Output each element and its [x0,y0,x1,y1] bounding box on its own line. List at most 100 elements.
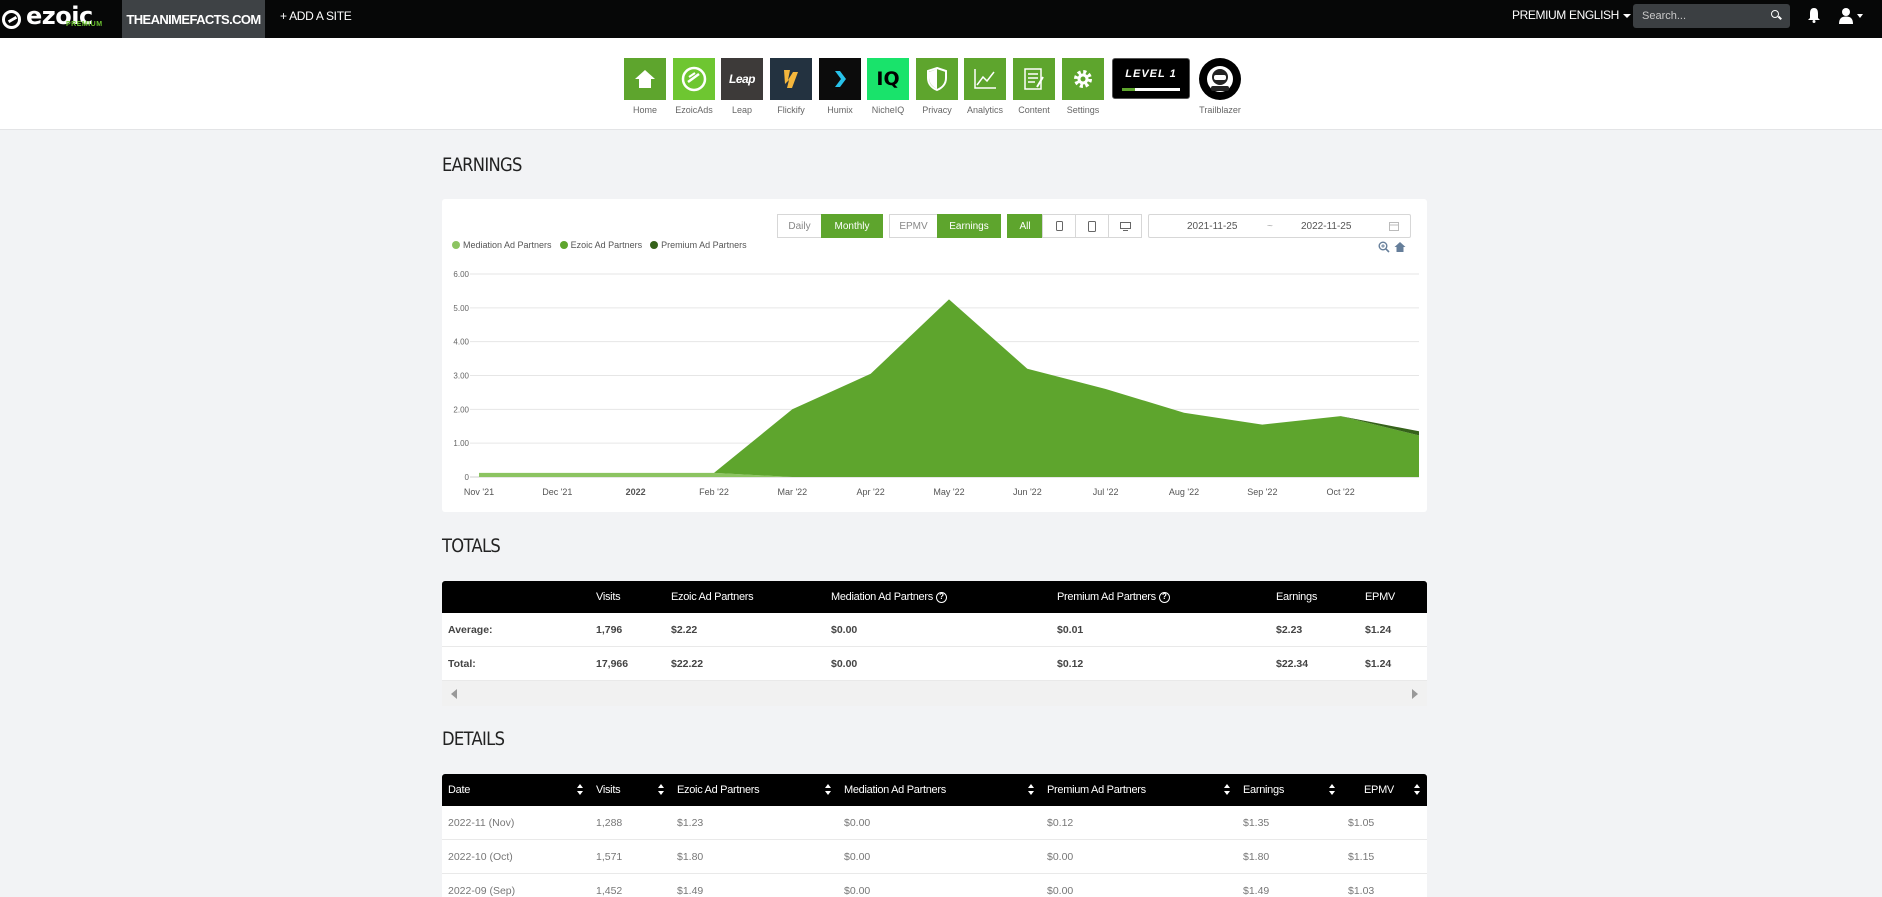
col-earnings[interactable]: Earnings [1243,774,1284,806]
app-tile [770,58,812,100]
x-tick-label: Feb '22 [699,487,729,497]
col-label: Mediation Ad Partners [831,591,933,603]
totals-table: Visits Ezoic Ad Partners Mediation Ad Pa… [442,581,1427,706]
reset-zoom-home-icon[interactable] [1394,241,1406,253]
shield-icon [927,66,947,92]
cell-ezoic: $2.22 [671,624,698,636]
search-input[interactable] [1633,4,1790,28]
help-icon[interactable]: ? [1158,591,1170,603]
app-settings[interactable]: Settings [1062,58,1104,115]
date-end: 2022-11-25 [1301,221,1352,232]
legend-item-mediation[interactable]: Mediation Ad Partners [452,240,552,250]
table-row: 2022-11 (Nov) 1,288 $1.23 $0.00 $0.12 $1… [442,806,1427,840]
col-visits[interactable]: Visits [596,774,621,806]
legend-item-ezoic[interactable]: Ezoic Ad Partners [559,240,642,250]
col-premium-ad-partners[interactable]: Premium Ad Partners [1047,774,1146,806]
app-humix[interactable]: Humix [819,58,861,115]
details-header-row: Date Visits Ezoic Ad Partners Mediation … [442,774,1427,806]
level-badge[interactable]: LEVEL 1 [1112,58,1190,99]
col-mediation-ad-partners: Mediation Ad Partners? [831,581,947,613]
row-label: Average: [448,624,493,636]
premium-link[interactable]: PREMIUM [1512,0,1566,31]
cell-visits: 17,966 [596,658,629,670]
table-row: 2022-09 (Sep) 1,452 $1.49 $0.00 $0.00 $1… [442,874,1427,897]
app-nicheiq[interactable]: IQ NicheIQ [867,58,909,115]
y-tick-label: 1.00 [453,439,469,448]
cell-mediation: $0.00 [844,885,871,897]
date-range-picker[interactable]: 2021-11-25 ~ 2022-11-25 [1148,214,1411,238]
daily-button[interactable]: Daily [777,214,822,238]
table-row: Total: 17,966 $22.22 $0.00 $0.12 $22.34 … [442,647,1427,681]
help-icon[interactable]: ? [935,591,947,603]
level-label: LEVEL 1 [1125,68,1177,80]
epmv-button[interactable]: EPMV [889,214,938,238]
app-privacy[interactable]: Privacy [916,58,958,115]
col-earnings: Earnings [1276,591,1318,603]
cell-date: 2022-11 (Nov) [448,817,515,829]
bell-icon[interactable] [1807,7,1821,23]
tablet-button[interactable] [1075,214,1109,238]
cell-earnings: $22.34 [1276,658,1309,670]
sort-icon[interactable] [1028,784,1034,796]
cell-visits: 1,288 [596,817,623,829]
device-toggle: All [1007,214,1142,238]
app-tile [1062,58,1104,100]
x-tick-label: Jun '22 [1013,487,1042,497]
legend-item-premium[interactable]: Premium Ad Partners [650,240,747,250]
table-row: Average: 1,796 $2.22 $0.00 $0.01 $2.23 $… [442,613,1427,647]
app-leap[interactable]: Leap Leap [721,58,763,115]
sort-icon[interactable] [1329,784,1335,796]
date-start: 2021-11-25 [1187,221,1238,232]
earnings-button[interactable]: Earnings [937,214,1001,238]
cell-premium: $0.00 [1047,851,1074,863]
monthly-button[interactable]: Monthly [821,214,883,238]
y-tick-label: 4.00 [453,338,469,347]
cell-epmv: $1.05 [1348,817,1375,829]
sort-icon[interactable] [825,784,831,796]
cell-ezoic: $1.23 [677,817,704,829]
sort-icon[interactable] [1414,784,1420,796]
totals-heading: TOTALS [442,535,501,557]
ezoicads-icon [681,66,707,92]
app-analytics[interactable]: Analytics [964,58,1006,115]
site-selector[interactable]: THEANIMEFACTS.COM [122,0,265,38]
ezoic-logo[interactable]: ezoic PREMIUM [0,0,122,38]
zoom-icon[interactable] [1378,241,1390,253]
app-tile [624,58,666,100]
x-tick-label: Jul '22 [1093,487,1119,497]
scroll-right-icon[interactable] [1412,689,1418,699]
horizontal-scrollbar[interactable] [442,681,1427,706]
scroll-left-icon[interactable] [451,689,457,699]
search-icon[interactable] [1771,10,1779,18]
sort-icon[interactable] [658,784,664,796]
y-tick-label: 0 [465,473,470,482]
col-date[interactable]: Date [448,774,470,806]
app-tile [964,58,1006,100]
col-epmv[interactable]: EPMV [1364,774,1394,806]
cell-epmv: $1.24 [1365,624,1392,636]
sort-icon[interactable] [577,784,583,796]
period-toggle: Daily Monthly [777,214,883,238]
cell-earnings: $1.49 [1243,885,1270,897]
trailblazer-label: Trailblazer [1199,105,1241,115]
app-trailblazer[interactable]: Trailblazer [1198,58,1242,115]
all-devices-button[interactable]: All [1007,214,1043,238]
app-ezoicads[interactable]: EzoicAds [673,58,715,115]
level-progress-bar [1122,88,1180,91]
user-menu-icon[interactable] [1839,7,1863,25]
y-tick-label: 2.00 [453,405,469,414]
app-flickify[interactable]: Flickify [770,58,812,115]
x-tick-label: Nov '21 [464,487,494,497]
language-dropdown[interactable]: ENGLISH [1569,0,1631,31]
app-home[interactable]: Home [624,58,666,115]
add-site-link[interactable]: + ADD A SITE [280,0,352,32]
col-premium-ad-partners: Premium Ad Partners? [1057,581,1170,613]
x-tick-label: May '22 [933,487,964,497]
col-mediation-ad-partners[interactable]: Mediation Ad Partners [844,774,946,806]
app-content[interactable]: Content [1013,58,1055,115]
col-ezoic-ad-partners[interactable]: Ezoic Ad Partners [677,774,760,806]
desktop-button[interactable] [1108,214,1142,238]
mobile-button[interactable] [1042,214,1076,238]
app-launcher-bar: Home EzoicAds Leap Leap Flickify Humix I… [0,38,1882,130]
sort-icon[interactable] [1224,784,1230,796]
